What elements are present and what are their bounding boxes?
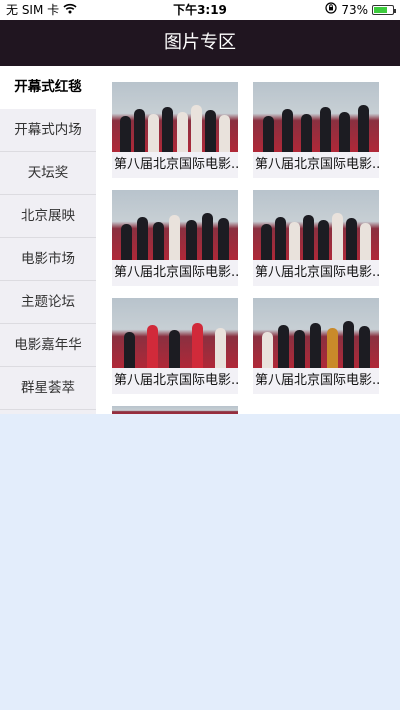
sidebar-item-3[interactable]: 北京展映 bbox=[0, 195, 96, 238]
sidebar-item-7[interactable]: 群星荟萃 bbox=[0, 367, 96, 410]
photo-figures bbox=[253, 98, 379, 152]
photo-person-shape bbox=[146, 325, 158, 368]
photo-person-shape bbox=[260, 224, 272, 260]
photo-person-shape bbox=[162, 107, 174, 152]
photo-person-shape bbox=[359, 326, 371, 368]
photo-thumbnail[interactable] bbox=[253, 82, 379, 152]
photo-thumbnail[interactable] bbox=[253, 190, 379, 260]
photo-figures bbox=[112, 314, 238, 368]
photo-grid: 第八届北京国际电影... 第八届北京国际电影... 第八届北京国际电影... 第八届北… bbox=[96, 66, 400, 414]
content-area: 开幕式红毯 开幕式内场 天坛奖 北京展映 电影市场 主题论坛 电影嘉年华 群星荟萃 第八届北京… bbox=[0, 66, 400, 414]
photo-person-shape bbox=[190, 105, 202, 152]
photo-person-shape bbox=[219, 115, 231, 152]
photo-caption: 第八届北京国际电影... bbox=[112, 152, 238, 178]
photo-figures bbox=[253, 206, 379, 260]
sidebar-item-6[interactable]: 电影嘉年华 bbox=[0, 324, 96, 367]
photo-person-shape bbox=[119, 116, 131, 152]
status-right: 73% bbox=[325, 0, 396, 20]
photo-caption: 第八届北京国际电影... bbox=[112, 260, 238, 286]
photo-card-partial[interactable] bbox=[112, 406, 238, 414]
photo-person-shape bbox=[185, 220, 197, 260]
status-bar: 无 SIM 卡 下午3:19 73% bbox=[0, 0, 400, 20]
photo-person-shape bbox=[326, 328, 338, 368]
battery-tip bbox=[394, 9, 396, 13]
photo-person-shape bbox=[169, 215, 181, 260]
page-title: 图片专区 bbox=[164, 32, 236, 53]
orientation-lock-icon bbox=[325, 0, 337, 20]
battery-level bbox=[374, 7, 388, 13]
photo-person-shape bbox=[123, 332, 135, 368]
photo-person-shape bbox=[215, 328, 227, 368]
photo-person-shape bbox=[339, 112, 350, 152]
category-sidebar: 开幕式红毯 开幕式内场 天坛奖 北京展映 电影市场 主题论坛 电影嘉年华 群星荟萃 bbox=[0, 66, 96, 414]
photo-person-shape bbox=[310, 323, 322, 368]
photo-person-shape bbox=[192, 323, 204, 368]
photo-thumbnail[interactable] bbox=[112, 298, 238, 368]
photo-person-shape bbox=[303, 215, 315, 260]
photo-thumbnail[interactable] bbox=[253, 298, 379, 368]
sidebar-item-4[interactable]: 电影市场 bbox=[0, 238, 96, 281]
photo-person-shape bbox=[301, 114, 312, 152]
photo-card[interactable]: 第八届北京国际电影... bbox=[112, 190, 238, 286]
photo-thumbnail[interactable] bbox=[112, 190, 238, 260]
photo-person-shape bbox=[202, 213, 214, 260]
photo-person-shape bbox=[148, 114, 160, 152]
photo-person-shape bbox=[317, 220, 329, 260]
photo-person-shape bbox=[136, 217, 148, 260]
photo-person-shape bbox=[282, 109, 293, 152]
photo-person-shape bbox=[274, 217, 286, 260]
photo-person-shape bbox=[343, 321, 355, 368]
photo-person-shape bbox=[277, 325, 289, 368]
photo-person-shape bbox=[261, 332, 273, 368]
battery-icon bbox=[372, 5, 396, 15]
photo-person-shape bbox=[133, 109, 145, 152]
photo-person-shape bbox=[218, 218, 230, 260]
photo-person-shape bbox=[169, 330, 181, 368]
photo-caption: 第八届北京国际电影... bbox=[253, 260, 379, 286]
photo-person-shape bbox=[205, 110, 217, 152]
sidebar-item-0[interactable]: 开幕式红毯 bbox=[0, 66, 96, 109]
photo-person-shape bbox=[294, 330, 306, 368]
photo-card[interactable]: 第八届北京国际电影... bbox=[253, 190, 379, 286]
photo-caption: 第八届北京国际电影... bbox=[253, 368, 379, 394]
nav-bar: 图片专区 bbox=[0, 20, 400, 66]
sidebar-item-5[interactable]: 主题论坛 bbox=[0, 281, 96, 324]
photo-person-shape bbox=[320, 107, 331, 152]
battery-percent: 73% bbox=[341, 3, 368, 17]
photo-person-shape bbox=[331, 213, 343, 260]
photo-card[interactable]: 第八届北京国际电影... bbox=[253, 82, 379, 178]
photo-person-shape bbox=[263, 116, 274, 152]
photo-caption: 第八届北京国际电影... bbox=[253, 152, 379, 178]
photo-figures bbox=[112, 206, 238, 260]
photo-card[interactable]: 第八届北京国际电影... bbox=[112, 82, 238, 178]
photo-figures bbox=[112, 98, 238, 152]
photo-figures bbox=[253, 314, 379, 368]
photo-person-shape bbox=[358, 105, 369, 152]
photo-person-shape bbox=[153, 222, 165, 260]
photo-thumbnail[interactable] bbox=[112, 82, 238, 152]
photo-caption: 第八届北京国际电影... bbox=[112, 368, 238, 394]
photo-card[interactable]: 第八届北京国际电影... bbox=[253, 298, 379, 394]
photo-person-shape bbox=[176, 112, 188, 152]
photo-card[interactable]: 第八届北京国际电影... bbox=[112, 298, 238, 394]
photo-person-shape bbox=[346, 218, 358, 260]
photo-person-shape bbox=[289, 222, 301, 260]
sidebar-item-1[interactable]: 开幕式内场 bbox=[0, 109, 96, 152]
photo-person-shape bbox=[120, 224, 132, 260]
sidebar-item-2[interactable]: 天坛奖 bbox=[0, 152, 96, 195]
photo-person-shape bbox=[360, 223, 372, 260]
